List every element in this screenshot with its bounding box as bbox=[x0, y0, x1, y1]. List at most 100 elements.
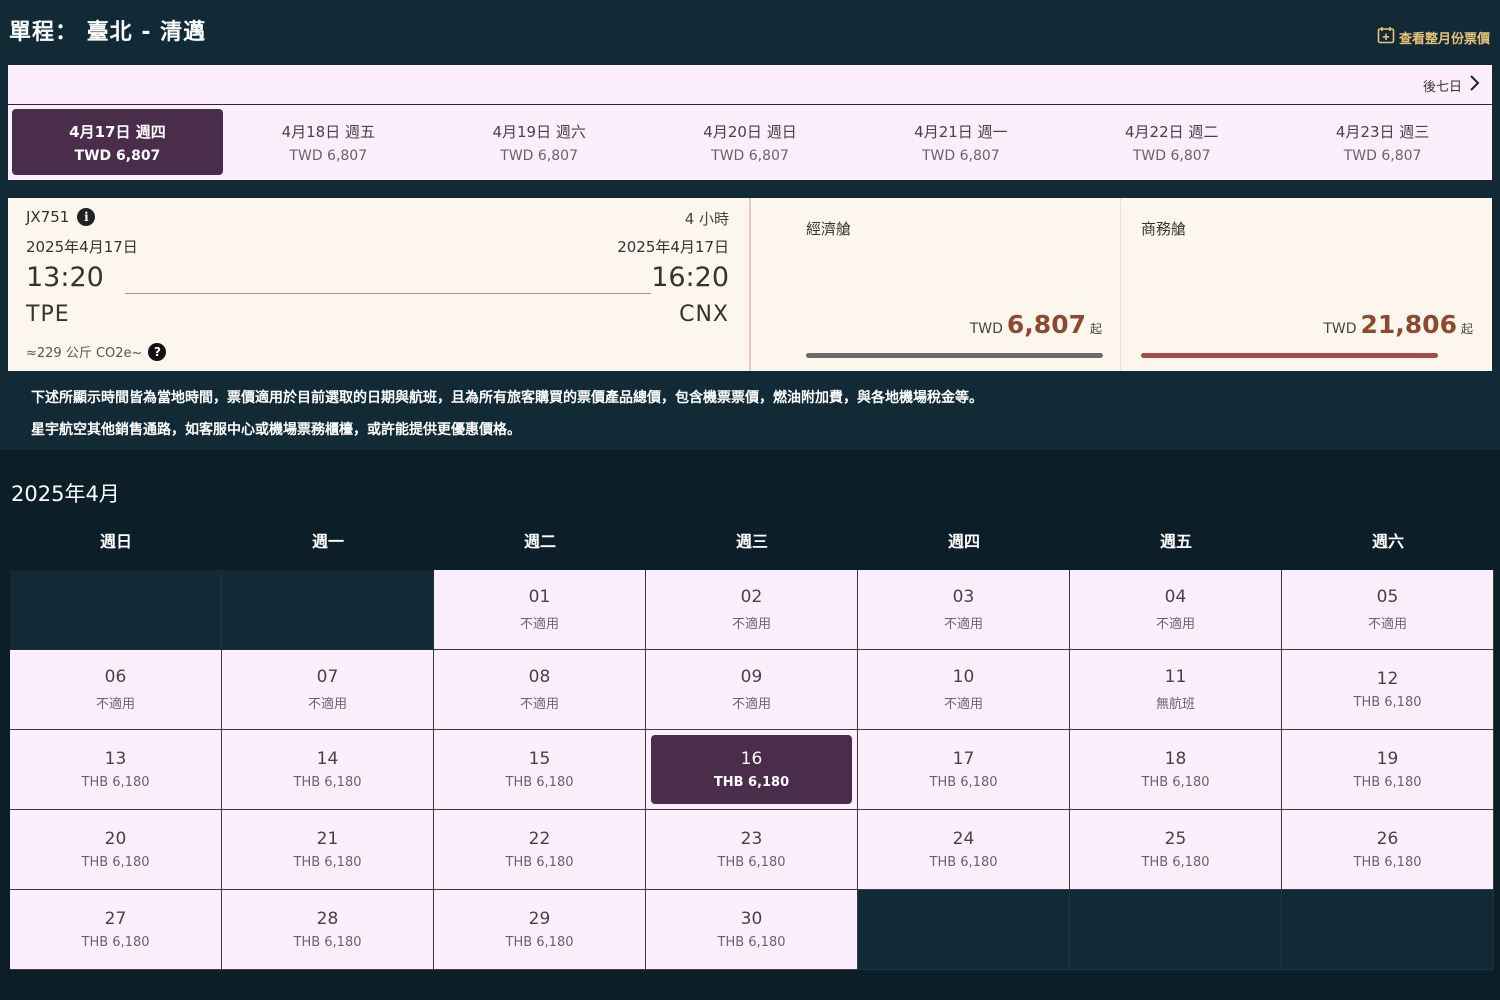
date-option[interactable]: 4月18日 週五 TWD 6,807 bbox=[223, 109, 434, 175]
calendar-day-number: 24 bbox=[952, 829, 975, 849]
fare-note: 下述所顯示時間皆為當地時間，票價適用於目前選取的日期與航班，且為所有旅客購買的票… bbox=[31, 390, 983, 406]
weekday-header: 週五 bbox=[1159, 532, 1192, 551]
date-price: TWD 6,807 bbox=[500, 147, 578, 164]
calendar-day-number: 15 bbox=[528, 749, 551, 769]
date-label: 4月18日 週五 bbox=[281, 122, 375, 141]
calendar-day-fare: THB 6,180 bbox=[505, 935, 574, 950]
calendar-day-number: 01 bbox=[528, 587, 551, 607]
calendar-day-cell[interactable]: 04 不適用 bbox=[1070, 570, 1282, 650]
date-option[interactable]: 4月20日 週日 TWD 6,807 bbox=[645, 109, 856, 175]
departure-airport: TPE bbox=[26, 302, 70, 327]
calendar-day-fare: THB 6,180 bbox=[505, 775, 574, 790]
calendar-day-cell[interactable]: 16 THB 6,180 bbox=[646, 730, 858, 810]
date-option[interactable]: 4月22日 週二 TWD 6,807 bbox=[1066, 109, 1277, 175]
calendar-day-number: 27 bbox=[104, 909, 127, 929]
calendar-day-fare: 不適用 bbox=[519, 617, 559, 632]
calendar-day-cell[interactable]: 24 THB 6,180 bbox=[858, 810, 1070, 890]
calendar-day-fare: THB 6,180 bbox=[1353, 775, 1422, 790]
info-icon[interactable]: i bbox=[77, 208, 96, 226]
calendar-day-fare: THB 6,180 bbox=[81, 935, 150, 950]
calendar-day-fare: 不適用 bbox=[307, 697, 347, 712]
calendar-day-cell[interactable]: 19 THB 6,180 bbox=[1282, 730, 1494, 810]
calendar-day-cell[interactable]: 08 不適用 bbox=[434, 650, 646, 730]
calendar-day-number: 08 bbox=[528, 667, 551, 687]
business-cabin-option[interactable]: 商務艙 TWD 21,806 起 bbox=[1121, 198, 1491, 371]
calendar-day-cell[interactable]: 29 THB 6,180 bbox=[434, 890, 646, 970]
calendar-day-number: 22 bbox=[528, 829, 551, 849]
date-price: TWD 6,807 bbox=[289, 147, 368, 164]
calendar-day-fare: 不適用 bbox=[943, 697, 983, 712]
price-from-suffix: 起 bbox=[1089, 322, 1102, 336]
date-option[interactable]: 4月17日 週四 TWD 6,807 bbox=[12, 109, 223, 175]
fare-notes: 下述所顯示時間皆為當地時間，票價適用於目前選取的日期與航班，且為所有旅客購買的票… bbox=[31, 382, 983, 446]
calendar-day-cell[interactable]: 05 不適用 bbox=[1282, 570, 1494, 650]
economy-cabin-option[interactable]: 經濟艙 TWD 6,807 起 bbox=[751, 198, 1121, 371]
calendar-day-fare: THB 6,180 bbox=[1141, 775, 1210, 790]
view-month-fares-label: 查看整月份票價 bbox=[1398, 31, 1490, 47]
calendar-day-cell[interactable]: 28 THB 6,180 bbox=[222, 890, 434, 970]
calendar-day-cell[interactable]: 26 THB 6,180 bbox=[1282, 810, 1494, 890]
next-week-button[interactable]: 後七日 bbox=[1423, 74, 1480, 96]
calendar-day-number: 25 bbox=[1164, 829, 1187, 849]
calendar-day-number: 29 bbox=[528, 909, 551, 929]
calendar-day-cell[interactable]: 23 THB 6,180 bbox=[646, 810, 858, 890]
calendar-day-cell[interactable]: 07 不適用 bbox=[222, 650, 434, 730]
calendar-day-fare: THB 6,180 bbox=[717, 935, 786, 950]
date-price: TWD 6,807 bbox=[1343, 147, 1422, 164]
calendar-day-cell[interactable]: 30 THB 6,180 bbox=[646, 890, 858, 970]
calendar-day-cell[interactable]: 02 不適用 bbox=[646, 570, 858, 650]
date-label: 4月20日 週日 bbox=[703, 122, 797, 141]
view-month-fares-link[interactable]: 查看整月份票價 bbox=[1377, 26, 1490, 48]
calendar-day-cell[interactable]: 01 不適用 bbox=[434, 570, 646, 650]
calendar-day-cell[interactable]: 06 不適用 bbox=[10, 650, 222, 730]
price-amount: 6,807 bbox=[1006, 310, 1086, 339]
date-option[interactable]: 4月23日 週三 TWD 6,807 bbox=[1277, 109, 1488, 175]
date-option[interactable]: 4月19日 週六 TWD 6,807 bbox=[434, 109, 645, 175]
calendar-day-number: 14 bbox=[316, 749, 339, 769]
cabin-price: TWD 6,807 起 bbox=[970, 310, 1102, 339]
date-option[interactable]: 4月21日 週一 TWD 6,807 bbox=[855, 109, 1066, 175]
fare-note: 星宇航空其他銷售通路，如客服中心或機場票務櫃檯，或許能提供更優惠價格。 bbox=[31, 422, 521, 438]
calendar-day-fare: 不適用 bbox=[1155, 617, 1195, 632]
calendar-day-cell[interactable]: 18 THB 6,180 bbox=[1070, 730, 1282, 810]
calendar-day-fare: THB 6,180 bbox=[929, 775, 998, 790]
calendar-day-cell[interactable]: 21 THB 6,180 bbox=[222, 810, 434, 890]
calendar-day-cell[interactable]: 03 不適用 bbox=[858, 570, 1070, 650]
date-price: TWD 6,807 bbox=[1132, 147, 1211, 164]
calendar-day-number: 03 bbox=[952, 587, 975, 607]
calendar-day-number: 21 bbox=[316, 829, 339, 849]
calendar-day-cell[interactable]: 12 THB 6,180 bbox=[1282, 650, 1494, 730]
calendar-day-cell[interactable]: 13 THB 6,180 bbox=[10, 730, 222, 810]
calendar-day-number: 10 bbox=[952, 667, 975, 687]
date-price: TWD 6,807 bbox=[922, 147, 1000, 164]
weekday-header: 週三 bbox=[735, 532, 768, 551]
calendar-day-fare: 不適用 bbox=[731, 617, 771, 632]
calendar-day-fare: THB 6,180 bbox=[293, 775, 362, 790]
calendar-day-cell[interactable]: 22 THB 6,180 bbox=[434, 810, 646, 890]
calendar-day-number: 05 bbox=[1376, 587, 1399, 607]
calendar-day-cell[interactable]: 10 不適用 bbox=[858, 650, 1070, 730]
calendar-day-cell[interactable]: 20 THB 6,180 bbox=[10, 810, 222, 890]
departure-time: 13:20 bbox=[26, 262, 104, 293]
calendar-title: 2025年4月 bbox=[11, 482, 120, 506]
calendar-day-cell[interactable]: 25 THB 6,180 bbox=[1070, 810, 1282, 890]
calendar-day-number: 26 bbox=[1376, 829, 1399, 849]
flight-number: JX751 i bbox=[26, 208, 96, 226]
calendar-day-cell[interactable]: 09 不適用 bbox=[646, 650, 858, 730]
calendar-day-cell[interactable]: 15 THB 6,180 bbox=[434, 730, 646, 810]
help-icon[interactable]: ? bbox=[148, 342, 167, 361]
calendar-day-number: 20 bbox=[104, 829, 127, 849]
calendar-day-number: 28 bbox=[316, 909, 339, 929]
price-amount: 21,806 bbox=[1360, 310, 1457, 339]
calendar-empty-cell bbox=[1282, 890, 1494, 970]
date-label: 4月19日 週六 bbox=[492, 122, 586, 141]
calendar-day-number: 07 bbox=[316, 667, 339, 687]
calendar-day-cell[interactable]: 17 THB 6,180 bbox=[858, 730, 1070, 810]
calendar-day-cell[interactable]: 11 無航班 bbox=[1070, 650, 1282, 730]
calendar-day-number: 30 bbox=[740, 909, 763, 929]
calendar-day-number: 02 bbox=[740, 587, 763, 607]
calendar-day-cell[interactable]: 27 THB 6,180 bbox=[10, 890, 222, 970]
calendar-day-cell[interactable]: 14 THB 6,180 bbox=[222, 730, 434, 810]
calendar-grid: 01 不適用 02 不適用 03 不適用 04 不適用 05 不適用 06 不適用 07 不適用 08 不適用… bbox=[10, 570, 1494, 970]
calendar-day-fare: THB 6,180 bbox=[505, 855, 574, 870]
